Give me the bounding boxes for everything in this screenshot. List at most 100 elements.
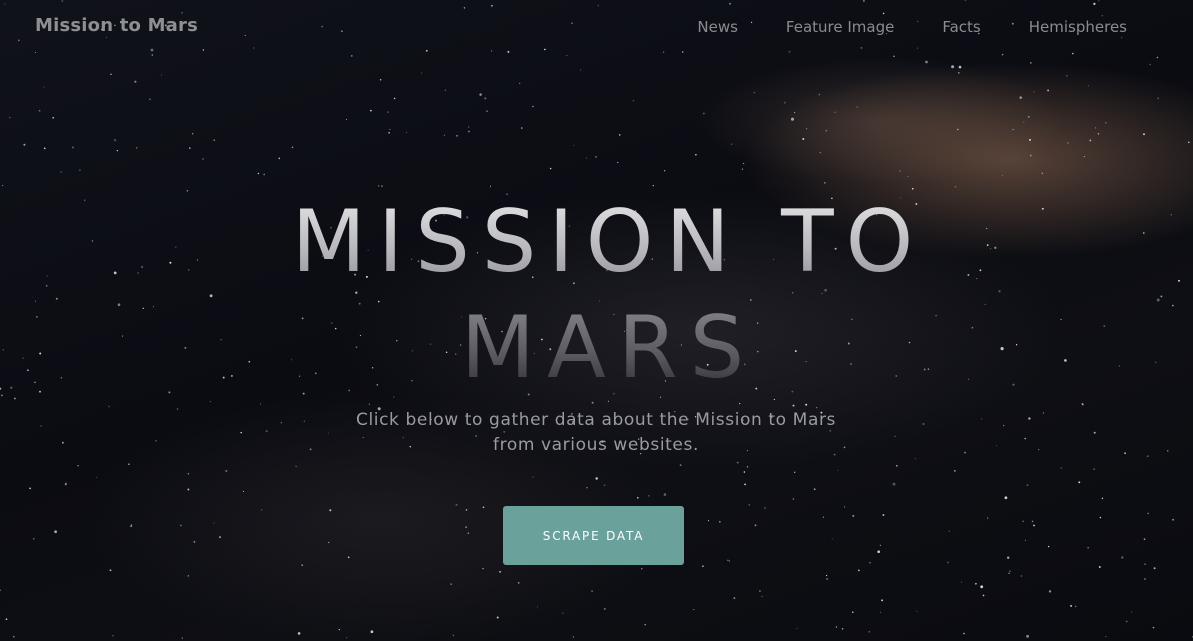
star bbox=[1099, 516, 1102, 519]
star bbox=[370, 630, 374, 634]
star bbox=[877, 550, 881, 554]
star bbox=[835, 626, 837, 628]
star bbox=[1030, 62, 1032, 64]
star bbox=[947, 561, 950, 564]
scrape-data-button[interactable]: SCRAPE DATA bbox=[503, 506, 684, 565]
star bbox=[213, 139, 215, 141]
star bbox=[468, 130, 470, 133]
star bbox=[573, 144, 575, 146]
star bbox=[1066, 141, 1069, 144]
star bbox=[79, 169, 81, 171]
star bbox=[327, 541, 330, 544]
star bbox=[468, 126, 470, 128]
star bbox=[309, 448, 312, 451]
star bbox=[2, 185, 4, 187]
star bbox=[1144, 578, 1146, 580]
star bbox=[648, 495, 650, 497]
star bbox=[278, 157, 281, 160]
star bbox=[595, 477, 598, 480]
star bbox=[739, 402, 741, 405]
star bbox=[743, 471, 746, 473]
star bbox=[1002, 424, 1005, 427]
star bbox=[368, 403, 371, 405]
star bbox=[585, 157, 588, 159]
star bbox=[346, 637, 348, 639]
star bbox=[963, 632, 965, 635]
star bbox=[455, 503, 458, 506]
star bbox=[1097, 132, 1100, 135]
star bbox=[64, 483, 67, 486]
star bbox=[982, 594, 985, 597]
star bbox=[489, 185, 492, 187]
star bbox=[109, 569, 112, 572]
star bbox=[925, 60, 928, 64]
star bbox=[773, 398, 776, 401]
nav-link-feature-image[interactable]: Feature Image bbox=[786, 18, 894, 36]
star bbox=[824, 182, 826, 184]
star bbox=[517, 582, 520, 584]
star bbox=[1088, 85, 1090, 87]
star bbox=[549, 167, 552, 170]
star bbox=[482, 567, 484, 570]
star bbox=[748, 504, 751, 506]
star bbox=[825, 574, 828, 577]
star bbox=[532, 476, 534, 478]
star bbox=[881, 599, 884, 602]
star bbox=[764, 507, 766, 509]
star bbox=[632, 99, 635, 102]
star bbox=[482, 506, 485, 509]
star bbox=[192, 133, 194, 135]
star bbox=[831, 538, 833, 540]
star bbox=[1031, 520, 1034, 523]
star bbox=[496, 616, 499, 619]
star bbox=[242, 490, 245, 492]
star bbox=[1033, 524, 1035, 527]
star bbox=[52, 116, 55, 119]
star bbox=[388, 131, 390, 134]
star bbox=[591, 590, 594, 593]
star bbox=[754, 524, 757, 527]
star bbox=[761, 595, 763, 597]
nav-link-facts[interactable]: Facts bbox=[942, 18, 980, 36]
star bbox=[484, 97, 487, 100]
brand-link[interactable]: Mission to Mars bbox=[35, 15, 198, 36]
star bbox=[213, 522, 215, 524]
star bbox=[62, 441, 64, 444]
star bbox=[130, 525, 133, 528]
star bbox=[12, 635, 15, 638]
star bbox=[822, 516, 825, 518]
star bbox=[60, 171, 62, 173]
star bbox=[33, 538, 35, 540]
star bbox=[393, 97, 396, 100]
star bbox=[1131, 611, 1133, 613]
star bbox=[379, 79, 382, 81]
star bbox=[389, 128, 391, 130]
star bbox=[5, 618, 8, 621]
star bbox=[176, 408, 179, 410]
star bbox=[879, 544, 882, 547]
star bbox=[1074, 605, 1077, 608]
star bbox=[65, 482, 67, 485]
star bbox=[301, 564, 304, 566]
star bbox=[219, 536, 221, 539]
star bbox=[297, 632, 301, 635]
nav-link-news[interactable]: News bbox=[697, 18, 738, 36]
star bbox=[456, 135, 458, 137]
star bbox=[663, 493, 667, 496]
star bbox=[753, 91, 756, 94]
star bbox=[1023, 121, 1025, 123]
star bbox=[1167, 450, 1169, 452]
star bbox=[347, 556, 350, 559]
star bbox=[116, 149, 119, 152]
star bbox=[187, 575, 189, 577]
nav-link-hemispheres[interactable]: Hemispheres bbox=[1029, 18, 1127, 36]
star bbox=[730, 143, 733, 145]
star bbox=[894, 435, 896, 437]
star bbox=[381, 185, 383, 188]
star bbox=[841, 627, 844, 630]
star bbox=[1019, 96, 1022, 99]
star bbox=[43, 86, 45, 88]
star bbox=[652, 185, 654, 187]
star bbox=[869, 562, 871, 564]
star bbox=[805, 403, 808, 406]
